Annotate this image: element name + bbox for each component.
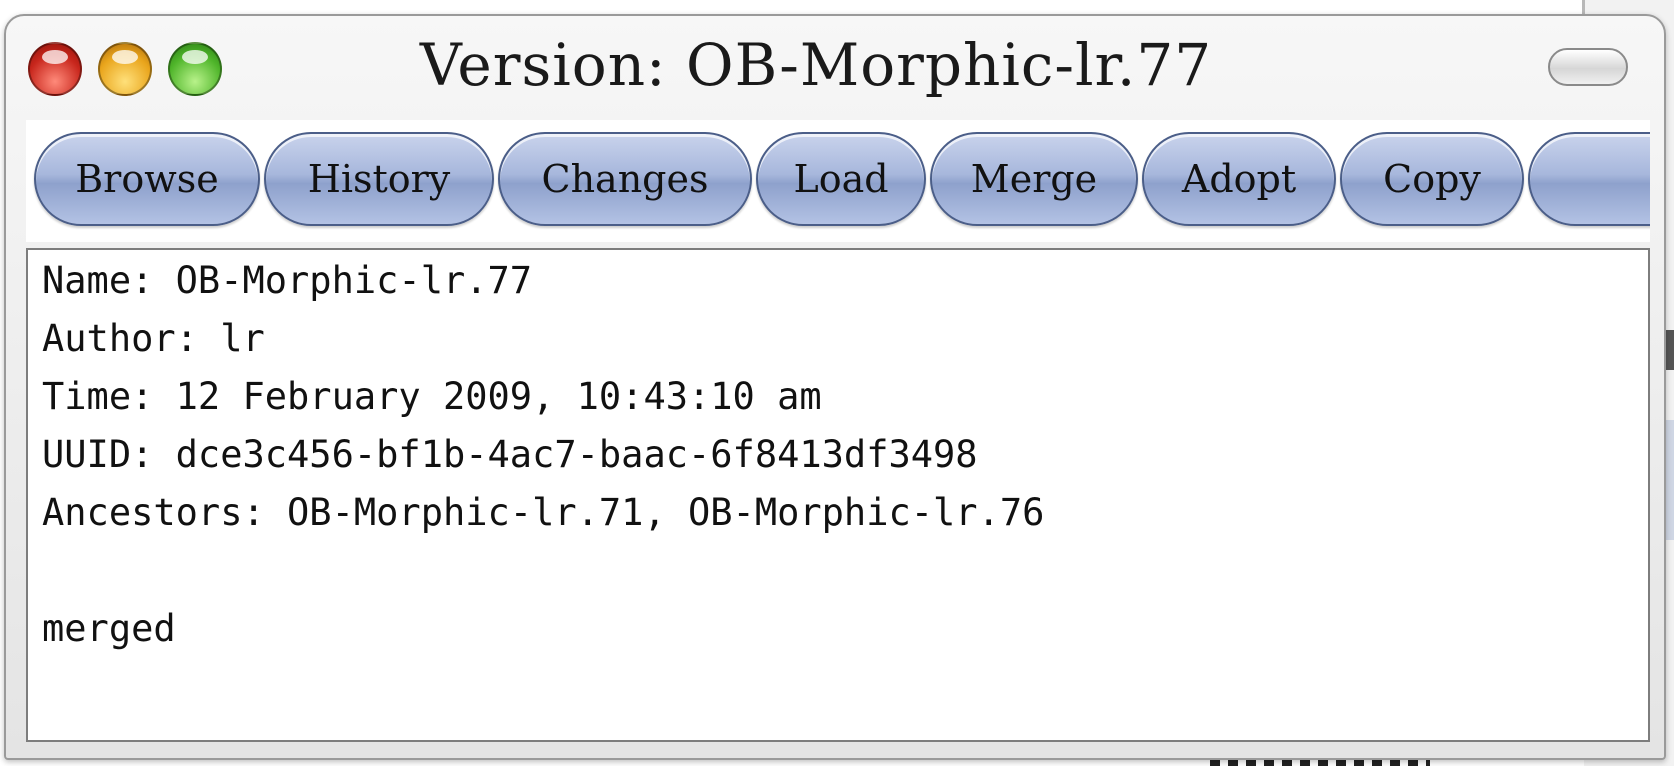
truncated-button[interactable] [1528, 132, 1650, 226]
minimize-icon[interactable] [98, 42, 152, 96]
name-line: Name: OB-Morphic-lr.77 [42, 259, 533, 302]
history-button[interactable]: History [264, 132, 494, 226]
window-title: Version: OB-Morphic-lr.77 [419, 31, 1213, 99]
uuid-line: UUID: dce3c456-bf1b-4ac7-baac-6f8413df34… [42, 433, 978, 476]
adopt-button[interactable]: Adopt [1142, 132, 1336, 226]
load-button[interactable]: Load [756, 132, 926, 226]
time-line: Time: 12 February 2009, 10:43:10 am [42, 375, 822, 418]
version-info-pane[interactable]: Name: OB-Morphic-lr.77 Author: lr Time: … [26, 248, 1650, 742]
commit-message: merged [42, 607, 176, 650]
collapse-icon[interactable] [1548, 48, 1628, 86]
merge-button[interactable]: Merge [930, 132, 1138, 226]
version-window: Version: OB-Morphic-lr.77 Browse History… [4, 14, 1666, 760]
copy-button[interactable]: Copy [1340, 132, 1524, 226]
changes-button[interactable]: Changes [498, 132, 752, 226]
zoom-icon[interactable] [168, 42, 222, 96]
author-line: Author: lr [42, 317, 265, 360]
ancestors-line: Ancestors: OB-Morphic-lr.71, OB-Morphic-… [42, 491, 1045, 534]
title-bar[interactable]: Version: OB-Morphic-lr.77 [6, 16, 1664, 120]
close-icon[interactable] [28, 42, 82, 96]
toolbar: Browse History Changes Load Merge Adopt … [26, 120, 1650, 242]
browse-button[interactable]: Browse [34, 132, 260, 226]
